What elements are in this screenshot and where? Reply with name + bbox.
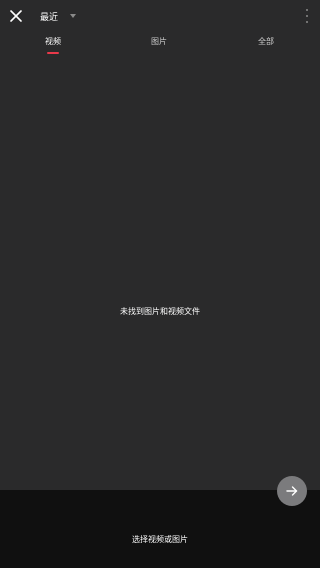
media-type-tabs: 视频 图片 全部 — [0, 32, 320, 58]
album-label: 最近 — [40, 12, 59, 23]
tab-videos[interactable]: 视频 — [33, 36, 73, 47]
album-dropdown[interactable]: 最近 — [40, 6, 77, 26]
tab-all[interactable]: 全部 — [246, 36, 286, 47]
caret-down-icon — [70, 14, 77, 18]
arrow-right-icon — [286, 486, 298, 496]
media-picker-screen: 最近 视频 图片 全部 未找到图片和视频文件 选择视频或图片 — [0, 0, 320, 568]
more-options-button[interactable] — [304, 9, 310, 23]
active-tab-indicator — [47, 52, 59, 54]
top-bar: 最近 — [0, 0, 320, 32]
next-button[interactable] — [277, 476, 307, 506]
selection-panel: 选择视频或图片 — [0, 490, 320, 568]
close-icon — [10, 10, 22, 22]
more-vertical-icon — [306, 9, 308, 11]
empty-state-message: 未找到图片和视频文件 — [120, 307, 200, 316]
close-button[interactable] — [6, 6, 26, 26]
tab-images[interactable]: 图片 — [139, 36, 179, 47]
selection-hint: 选择视频或图片 — [132, 535, 188, 544]
